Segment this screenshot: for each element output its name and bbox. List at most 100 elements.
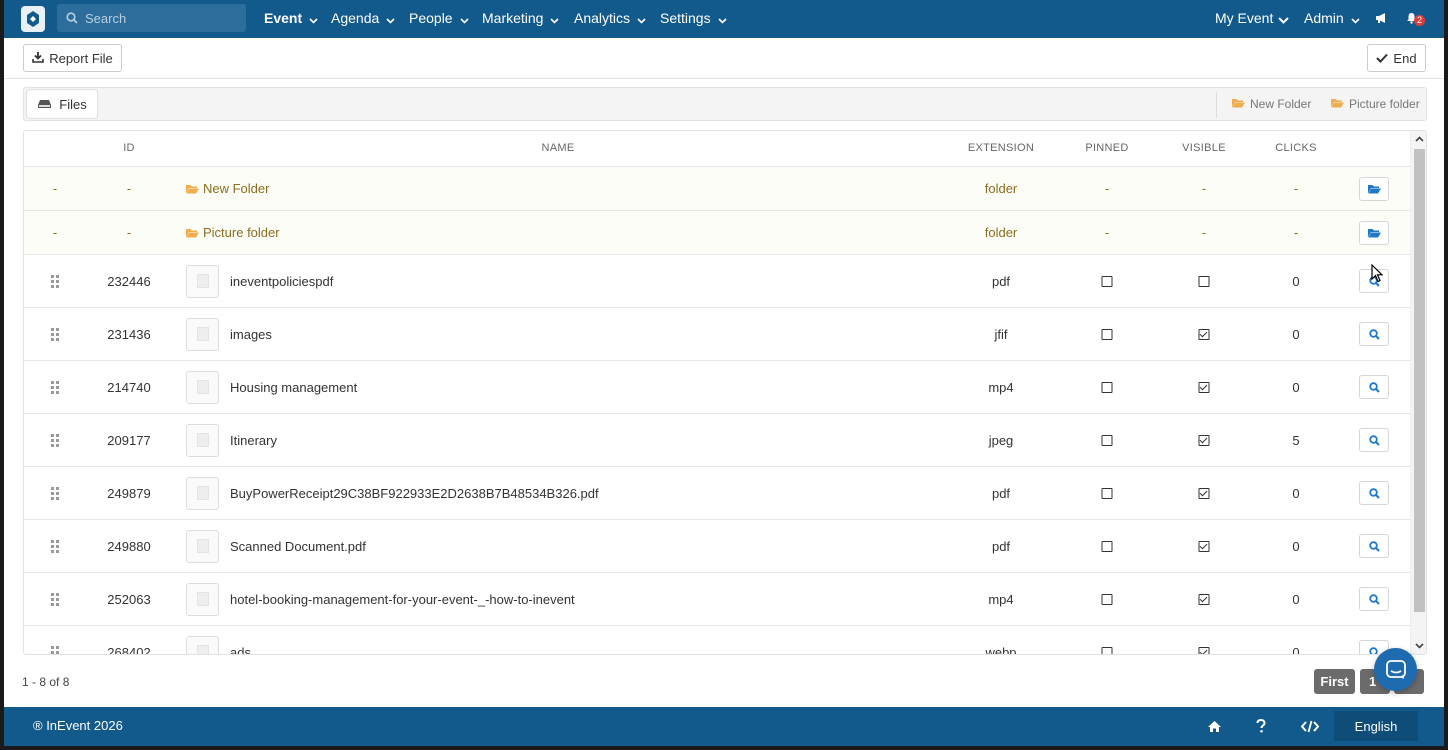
name-cell[interactable]: Itinerary xyxy=(186,414,277,466)
name-cell[interactable]: ineventpoliciespdf xyxy=(186,255,333,307)
scroll-down-arrow[interactable] xyxy=(1411,638,1426,654)
report-file-button[interactable]: Report File xyxy=(23,44,122,72)
visible-checkbox[interactable] xyxy=(1198,255,1210,307)
table-row[interactable]: 209177 Itinerary jpeg 5 xyxy=(24,414,1410,467)
pinned-checkbox[interactable] xyxy=(1101,626,1113,654)
drag-handle-icon[interactable] xyxy=(51,626,59,654)
table-row[interactable]: 252063 hotel-booking-management-for-your-… xyxy=(24,573,1410,626)
search-icon xyxy=(66,12,78,27)
visible-checkbox[interactable] xyxy=(1198,361,1210,413)
home-icon[interactable] xyxy=(1207,707,1222,745)
tab-files[interactable]: Files xyxy=(27,90,97,118)
view-file-button[interactable] xyxy=(1359,587,1389,611)
chevron-down-icon xyxy=(550,1,560,38)
table-row[interactable]: 232446 ineventpoliciespdf pdf 0 xyxy=(24,255,1410,308)
admin-menu[interactable]: Admin xyxy=(1304,0,1360,38)
table-row[interactable]: 231436 images jfif 0 xyxy=(24,308,1410,361)
pinned-checkbox[interactable] xyxy=(1101,467,1113,519)
id-cell: 252063 xyxy=(107,591,151,607)
help-icon[interactable] xyxy=(1256,707,1266,745)
table-row[interactable]: 214740 Housing management mp4 0 xyxy=(24,361,1410,414)
pinned-checkbox[interactable] xyxy=(1101,520,1113,572)
drag-handle-icon[interactable] xyxy=(51,361,59,413)
name-cell[interactable]: ads xyxy=(186,626,251,654)
pinned-checkbox[interactable] xyxy=(1101,255,1113,307)
name-cell[interactable]: Housing management xyxy=(186,361,357,413)
clicks-cell: 0 xyxy=(1292,644,1300,655)
chevron-down-icon xyxy=(1278,1,1290,38)
code-icon[interactable] xyxy=(1301,707,1319,745)
visible-checkbox[interactable] xyxy=(1198,308,1210,360)
column-header-extension[interactable]: EXTENSION xyxy=(968,131,1034,167)
table-row[interactable]: 249880 Scanned Document.pdf pdf 0 xyxy=(24,520,1410,573)
visible-checkbox[interactable] xyxy=(1198,414,1210,466)
visible-checkbox[interactable] xyxy=(1198,520,1210,572)
table-row[interactable]: 249879 BuyPowerReceipt29C38BF922933E2D263… xyxy=(24,467,1410,520)
scrollbar-thumb[interactable] xyxy=(1414,149,1425,612)
extension-cell: pdf xyxy=(991,538,1011,554)
nav-event[interactable]: Event xyxy=(264,0,318,38)
view-file-button[interactable] xyxy=(1359,534,1389,558)
pinned-checkbox[interactable] xyxy=(1101,573,1113,625)
pinned-checkbox[interactable] xyxy=(1101,414,1113,466)
megaphone-icon[interactable] xyxy=(1375,12,1388,26)
inevent-logo[interactable] xyxy=(21,6,45,32)
visible-checkbox[interactable] xyxy=(1198,467,1210,519)
pinned-checkbox[interactable] xyxy=(1101,361,1113,413)
scroll-up-arrow[interactable] xyxy=(1411,131,1426,147)
language-selector[interactable]: English xyxy=(1334,711,1418,741)
name-cell[interactable]: Scanned Document.pdf xyxy=(186,520,366,572)
table-header: ID NAME EXTENSION PINNED VISIBLE CLICKS xyxy=(24,131,1410,167)
view-file-button[interactable] xyxy=(1359,375,1389,399)
open-folder-button[interactable] xyxy=(1359,221,1389,245)
name-cell[interactable]: hotel-booking-management-for-your-event-… xyxy=(186,573,575,625)
picture-folder-link[interactable]: Picture folder xyxy=(1331,88,1420,120)
chat-launcher[interactable] xyxy=(1374,648,1417,691)
name-cell[interactable]: BuyPowerReceipt29C38BF922933E2D2638B7B48… xyxy=(186,467,599,519)
new-folder-link[interactable]: New Folder xyxy=(1232,88,1311,120)
search-icon xyxy=(1368,646,1380,654)
column-header-pinned[interactable]: PINNED xyxy=(1085,131,1128,167)
visible-checkbox[interactable] xyxy=(1198,573,1210,625)
first-page-button[interactable]: First xyxy=(1314,669,1355,694)
id-cell: 231436 xyxy=(107,326,151,342)
column-header-visible[interactable]: VISIBLE xyxy=(1182,131,1226,167)
open-folder-button[interactable] xyxy=(1359,177,1389,201)
visible-checkbox[interactable] xyxy=(1198,626,1210,654)
column-header-id[interactable]: ID xyxy=(123,131,135,167)
vertical-scrollbar[interactable] xyxy=(1410,131,1426,654)
chevron-down-icon xyxy=(637,1,646,38)
drag-handle-icon[interactable] xyxy=(51,520,59,572)
view-file-button[interactable] xyxy=(1359,428,1389,452)
nav-marketing[interactable]: Marketing xyxy=(482,0,560,38)
file-thumbnail xyxy=(186,370,219,404)
bell-icon[interactable]: 2 xyxy=(1406,11,1425,27)
drag-handle-icon[interactable] xyxy=(51,414,59,466)
column-header-clicks[interactable]: CLICKS xyxy=(1275,131,1317,167)
end-button[interactable]: End xyxy=(1367,44,1426,72)
view-file-button[interactable] xyxy=(1359,322,1389,346)
my-event-menu[interactable]: My Event xyxy=(1215,0,1290,38)
pinned-checkbox[interactable] xyxy=(1101,308,1113,360)
drag-handle-icon[interactable] xyxy=(51,308,59,360)
files-table: ID NAME EXTENSION PINNED VISIBLE CLICKS … xyxy=(23,130,1427,655)
view-file-button[interactable] xyxy=(1359,481,1389,505)
nav-people[interactable]: People xyxy=(409,0,469,38)
id-cell: 249879 xyxy=(107,485,151,501)
drag-handle-icon[interactable] xyxy=(51,573,59,625)
nav-analytics[interactable]: Analytics xyxy=(574,0,646,38)
drag-cell: - xyxy=(52,225,58,240)
search-box[interactable] xyxy=(57,4,246,32)
table-row-folder[interactable]: - - Picture folder folder - - - xyxy=(24,211,1410,255)
drag-handle-icon[interactable] xyxy=(51,467,59,519)
table-row-folder[interactable]: - - New Folder folder - - - xyxy=(24,167,1410,211)
nav-agenda[interactable]: Agenda xyxy=(331,0,395,38)
nav-settings[interactable]: Settings xyxy=(660,0,727,38)
search-input[interactable] xyxy=(85,4,241,32)
name-cell[interactable]: images xyxy=(186,308,272,360)
column-header-name[interactable]: NAME xyxy=(542,131,575,167)
name-cell[interactable]: New Folder xyxy=(186,167,269,210)
name-cell[interactable]: Picture folder xyxy=(186,211,280,254)
drag-handle-icon[interactable] xyxy=(51,255,59,307)
table-row[interactable]: 268402 ads webp 0 xyxy=(24,626,1410,655)
